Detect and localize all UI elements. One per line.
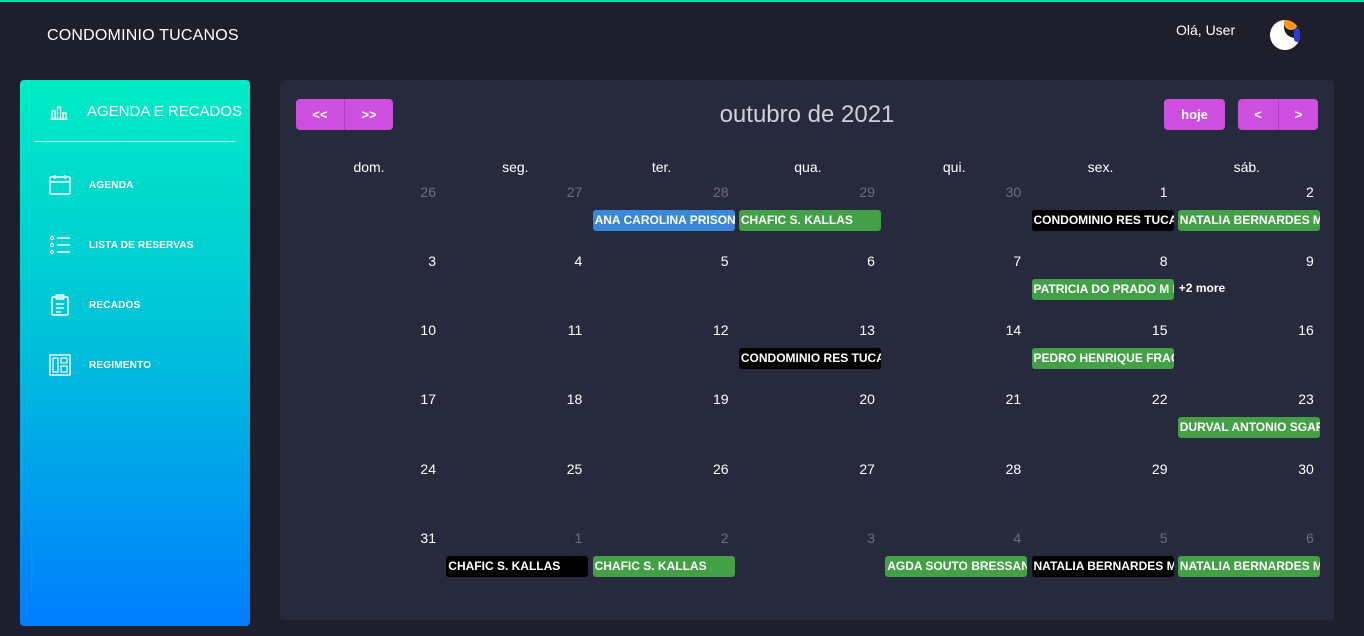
day-number[interactable]: 26 xyxy=(589,461,735,477)
sidebar-item-label: LISTA DE RESERVAS xyxy=(89,240,194,251)
today-button[interactable]: hoje xyxy=(1164,99,1225,130)
day-number[interactable]: 29 xyxy=(735,184,881,200)
sidebar-item-label: RECADOS xyxy=(89,300,141,311)
day-number[interactable]: 21 xyxy=(881,391,1027,407)
day-number[interactable]: 16 xyxy=(1174,322,1320,338)
day-number[interactable]: 28 xyxy=(589,184,735,200)
calendar-panel: << >> outubro de 2021 hoje < > dom. seg. t… xyxy=(280,80,1334,620)
day-number[interactable]: 5 xyxy=(589,253,735,269)
day-number[interactable]: 19 xyxy=(589,391,735,407)
day-number[interactable]: 6 xyxy=(735,253,881,269)
sidebar: AGENDA E RECADOS AGENDA LISTA DE RESERVA… xyxy=(20,80,250,626)
day-number[interactable]: 11 xyxy=(442,322,588,338)
weekday-header: qui. xyxy=(942,159,966,175)
weekday-header: qua. xyxy=(794,159,822,175)
clipboard-icon xyxy=(51,294,69,316)
sidebar-item-recados[interactable]: RECADOS xyxy=(20,286,250,326)
calendar-event[interactable]: DURVAL ANTONIO SGARBI xyxy=(1177,417,1320,438)
calendar-event[interactable]: NATALIA BERNARDES MORAES xyxy=(1177,210,1320,231)
day-number[interactable]: 14 xyxy=(881,322,1027,338)
day-number[interactable]: 4 xyxy=(442,253,588,269)
day-number[interactable]: 24 xyxy=(296,461,442,477)
user-greeting: Olá, User xyxy=(1176,22,1236,38)
day-number[interactable]: 22 xyxy=(1028,391,1174,407)
day-number[interactable]: 8 xyxy=(1028,253,1174,269)
day-number[interactable]: 25 xyxy=(442,461,588,477)
day-number[interactable]: 1 xyxy=(442,530,588,546)
day-number[interactable]: 4 xyxy=(881,530,1027,546)
day-number[interactable]: 28 xyxy=(881,461,1027,477)
sidebar-item-label: REGIMENTO xyxy=(89,360,152,371)
day-number[interactable]: 2 xyxy=(1174,184,1320,200)
calendar-event[interactable]: AGDA SOUTO BRESSAN xyxy=(885,556,1028,577)
calendar-event[interactable]: CONDOMINIO RES TUCANOS xyxy=(1031,210,1174,231)
user-avatar[interactable] xyxy=(1270,20,1300,50)
day-number[interactable]: 30 xyxy=(1174,461,1320,477)
day-number[interactable]: 2 xyxy=(589,530,735,546)
calendar-event[interactable]: CHAFIC S. KALLAS xyxy=(738,210,881,231)
bar-chart-icon xyxy=(50,106,68,120)
sidebar-title: AGENDA E RECADOS xyxy=(87,103,243,120)
calendar-event[interactable]: ANA CAROLINA PRISON xyxy=(592,210,735,231)
weekday-header: ter. xyxy=(651,159,672,175)
sidebar-divider xyxy=(35,141,235,142)
next-month-button[interactable]: > xyxy=(1278,99,1318,130)
sidebar-item-agenda[interactable]: AGENDA xyxy=(20,166,250,206)
day-number[interactable]: 15 xyxy=(1028,322,1174,338)
day-number[interactable]: 9 xyxy=(1174,253,1320,269)
day-number[interactable]: 26 xyxy=(296,184,442,200)
calendar-event[interactable]: NATALIA BERNARDES MORAES xyxy=(1177,556,1320,577)
day-number[interactable]: 29 xyxy=(1028,461,1174,477)
list-icon xyxy=(49,235,70,255)
more-events-link[interactable]: +2 more xyxy=(1179,281,1225,295)
today-group: hoje xyxy=(1164,99,1225,130)
calendar-event[interactable]: CHAFIC S. KALLAS xyxy=(446,556,589,577)
day-number[interactable]: 20 xyxy=(735,391,881,407)
calendar-event[interactable]: NATALIA BERNARDES MORAES xyxy=(1031,556,1174,577)
sidebar-header[interactable]: AGENDA E RECADOS xyxy=(20,80,250,142)
day-number[interactable]: 10 xyxy=(296,322,442,338)
top-accent-line xyxy=(0,0,1364,2)
calendar-icon xyxy=(49,175,71,195)
calendar-event[interactable]: CHAFIC S. KALLAS xyxy=(592,556,735,577)
calendar-event[interactable]: PATRICIA DO PRADO M BERNARDES xyxy=(1031,279,1174,300)
day-number[interactable]: 13 xyxy=(735,322,881,338)
day-number[interactable]: 6 xyxy=(1174,530,1320,546)
prev-month-button[interactable]: < xyxy=(1238,99,1278,130)
calendar-event[interactable]: CONDOMINIO RES TUCANOS xyxy=(738,348,881,369)
day-number[interactable]: 3 xyxy=(296,253,442,269)
day-number[interactable]: 5 xyxy=(1028,530,1174,546)
sidebar-item-regimento[interactable]: REGIMENTO xyxy=(20,346,250,386)
month-nav-group: < > xyxy=(1238,99,1318,130)
day-number[interactable]: 18 xyxy=(442,391,588,407)
weekday-header: sáb. xyxy=(1233,159,1261,175)
app-title: CONDOMINIO TUCANOS xyxy=(47,27,239,44)
weekday-header: seg. xyxy=(502,159,529,175)
day-number[interactable]: 23 xyxy=(1174,391,1320,407)
day-number[interactable]: 27 xyxy=(735,461,881,477)
sidebar-item-lista-de-reservas[interactable]: LISTA DE RESERVAS xyxy=(20,226,250,266)
sidebar-item-label: AGENDA xyxy=(89,180,134,191)
day-number[interactable]: 3 xyxy=(735,530,881,546)
day-number[interactable]: 27 xyxy=(442,184,588,200)
day-number[interactable]: 1 xyxy=(1028,184,1174,200)
layout-icon xyxy=(49,354,71,376)
day-number[interactable]: 12 xyxy=(589,322,735,338)
calendar-event[interactable]: PEDRO HENRIQUE FRAGA xyxy=(1031,348,1174,369)
day-number[interactable]: 30 xyxy=(881,184,1027,200)
day-number[interactable]: 17 xyxy=(296,391,442,407)
weekday-header: sex. xyxy=(1087,159,1114,175)
day-number[interactable]: 7 xyxy=(881,253,1027,269)
weekday-header: dom. xyxy=(353,159,385,175)
day-number[interactable]: 31 xyxy=(296,530,442,546)
